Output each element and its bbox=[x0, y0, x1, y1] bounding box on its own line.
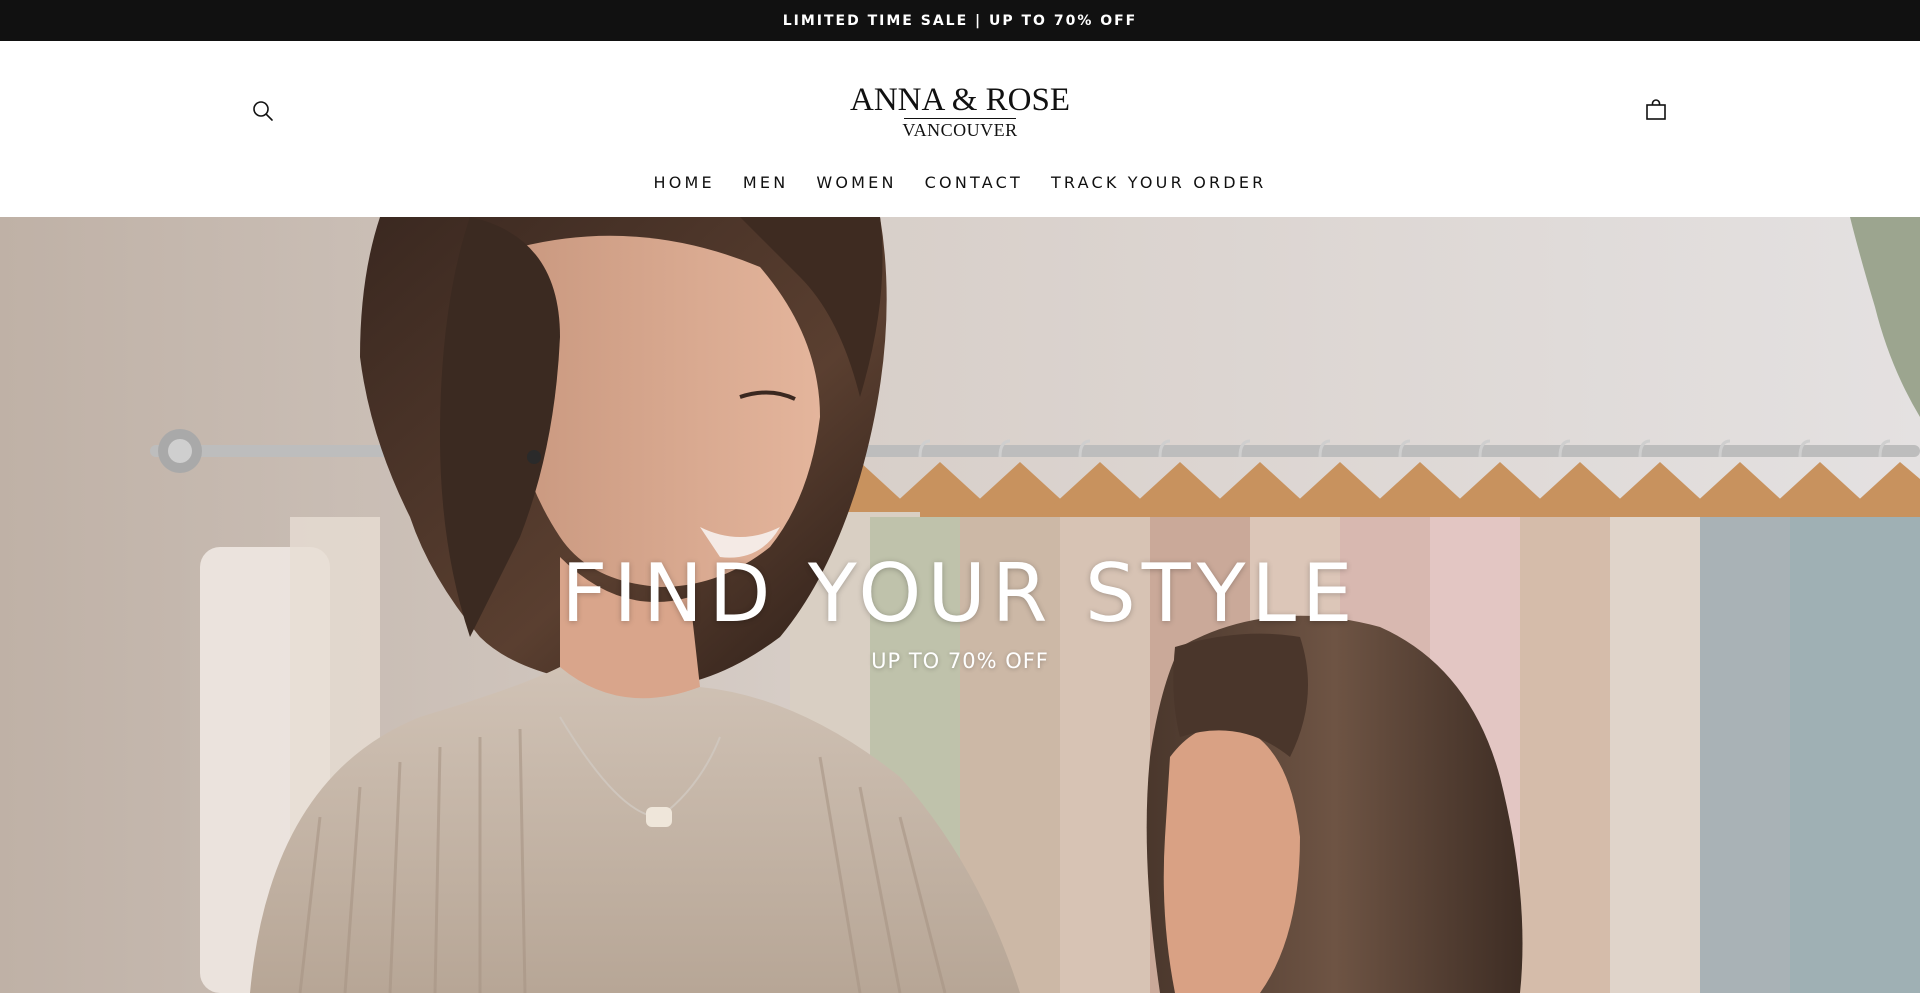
main-navigation: HOME MEN WOMEN CONTACT TRACK YOUR ORDER bbox=[0, 167, 1920, 197]
announcement-text: LIMITED TIME SALE | UP TO 70% OFF bbox=[782, 12, 1138, 29]
search-button[interactable] bbox=[248, 96, 278, 126]
search-icon bbox=[253, 101, 273, 121]
site-header: ANNA & ROSE VANCOUVER HOME MEN WOMEN CON… bbox=[0, 41, 1920, 217]
shopping-bag-icon bbox=[1646, 99, 1666, 120]
logo-city: VANCOUVER bbox=[902, 120, 1018, 140]
site-logo[interactable]: ANNA & ROSE VANCOUVER bbox=[760, 83, 1160, 143]
hero-subtitle: UP TO 70% OFF bbox=[871, 649, 1049, 673]
nav-item-women[interactable]: WOMEN bbox=[816, 173, 896, 192]
nav-item-men[interactable]: MEN bbox=[743, 173, 788, 192]
hero-title: FIND YOUR STYLE bbox=[561, 547, 1359, 640]
logo-divider bbox=[904, 118, 1016, 119]
cart-button[interactable] bbox=[1640, 94, 1672, 126]
announcement-bar: LIMITED TIME SALE | UP TO 70% OFF bbox=[0, 0, 1920, 41]
nav-item-home[interactable]: HOME bbox=[654, 173, 715, 192]
nav-item-track-order[interactable]: TRACK YOUR ORDER bbox=[1051, 173, 1267, 192]
logo-brand-name: ANNA & ROSE bbox=[849, 82, 1071, 118]
hero-banner[interactable]: FIND YOUR STYLE UP TO 70% OFF bbox=[0, 217, 1920, 993]
nav-item-contact[interactable]: CONTACT bbox=[925, 173, 1023, 192]
